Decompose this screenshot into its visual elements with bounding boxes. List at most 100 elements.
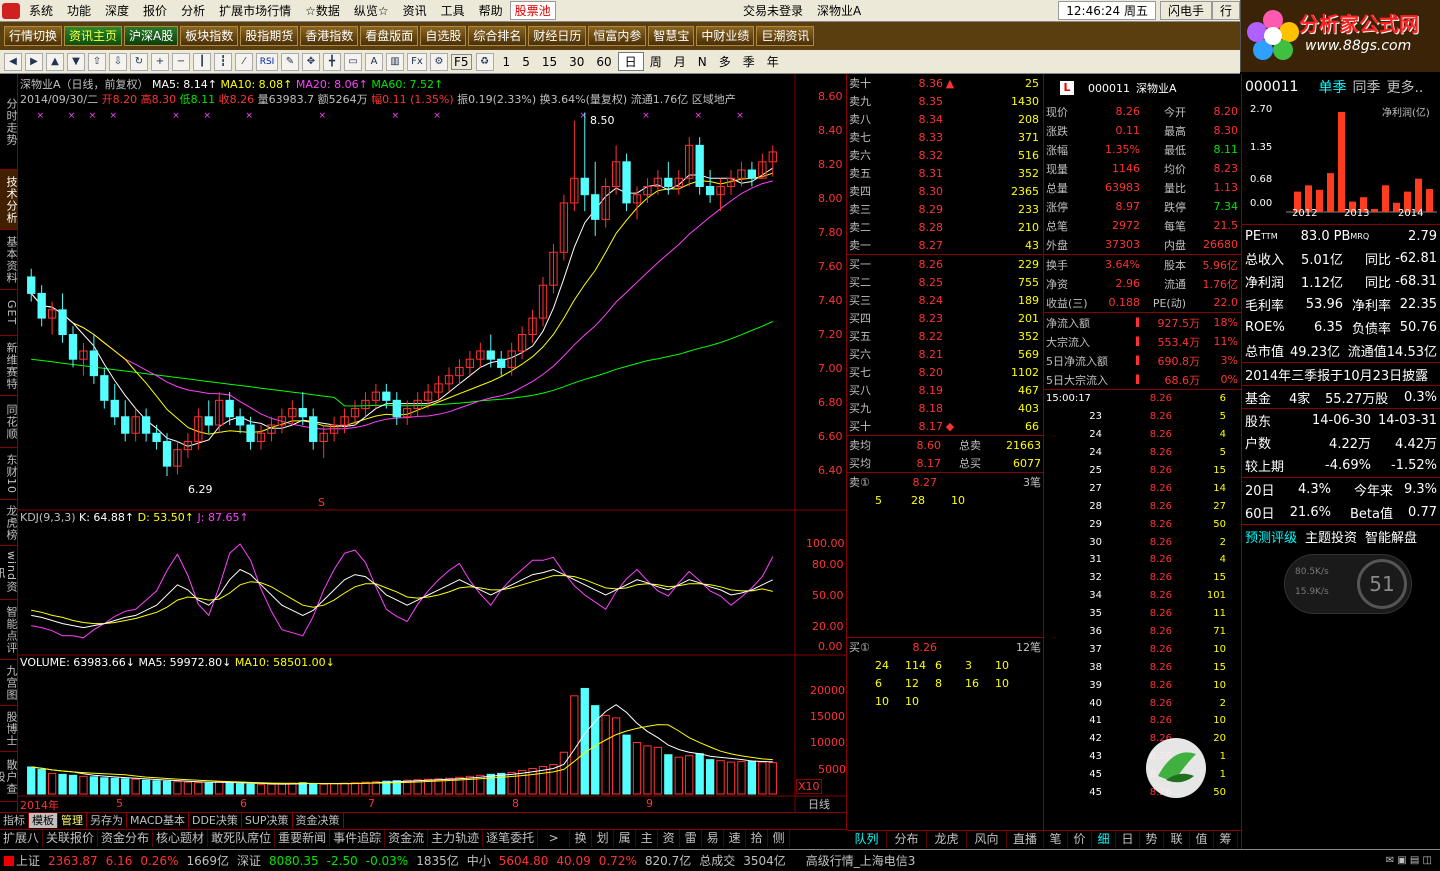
order-level[interactable]: 买五 8.22 352 <box>847 327 1043 345</box>
order-level[interactable]: 卖六 8.32 516 <box>847 146 1043 164</box>
nav-smart[interactable]: 智慧宝 <box>648 26 695 46</box>
order-level[interactable]: 卖七 8.33 371 <box>847 128 1043 146</box>
info-tab[interactable]: 换 <box>570 830 593 847</box>
nav-insider[interactable]: 恒富内参 <box>588 26 647 46</box>
order-level[interactable]: 卖三 8.29 233 <box>847 200 1043 218</box>
period-30min[interactable]: 30 <box>563 55 590 69</box>
recycle-icon[interactable]: ♻ <box>475 52 494 71</box>
info-tab[interactable]: 重要新闻 <box>275 830 331 847</box>
order-level[interactable]: 买六 8.21 569 <box>847 345 1043 363</box>
refresh-icon[interactable]: ↻ <box>130 52 148 71</box>
menu-tools[interactable]: 工具 <box>434 2 472 19</box>
order-level[interactable]: 买四 8.23 201 <box>847 309 1043 327</box>
fill-icon[interactable]: ▥ <box>386 52 404 71</box>
menu-quote[interactable]: 报价 <box>136 2 174 19</box>
tab-price[interactable]: 价 <box>1068 831 1092 848</box>
info-tab[interactable]: 速 <box>724 830 747 847</box>
link-smart-analysis[interactable]: 智能解盘 <box>1365 527 1417 546</box>
order-level[interactable]: 买十 8.17 ◆ 66 <box>847 417 1043 435</box>
period-15min[interactable]: 15 <box>536 55 563 69</box>
select-icon[interactable]: ▭ <box>344 52 362 71</box>
tab-ths[interactable]: 同花顺 <box>0 396 18 448</box>
period-5min[interactable]: 5 <box>516 55 536 69</box>
tab-wind[interactable]: wind资讯 <box>0 546 18 600</box>
status-icons[interactable]: ✉ ▣ ▤ ◫ <box>1386 855 1432 866</box>
tab-sup[interactable]: SUP决策 <box>242 813 293 828</box>
scroll-right-icon[interactable]: > <box>538 830 571 847</box>
nav-hk-index[interactable]: 香港指数 <box>300 26 359 46</box>
order-level[interactable]: 买一 8.26 229 <box>847 255 1043 273</box>
menu-system[interactable]: 系统 <box>22 2 60 19</box>
draw-icon[interactable]: ✎ <box>281 52 299 71</box>
tab-same-quarter[interactable]: 同季 <box>1352 77 1380 97</box>
info-tab[interactable]: 主 <box>636 830 659 847</box>
info-tab[interactable]: 核心题材 <box>153 830 209 847</box>
info-tab[interactable]: 扩展八 <box>0 830 44 847</box>
tab-day[interactable]: 日 <box>1116 831 1140 848</box>
data-feed[interactable]: 高级行情_上海电信3 <box>806 852 916 869</box>
period-day[interactable]: 日 <box>617 52 644 71</box>
info-tab[interactable]: 拾 <box>746 830 769 847</box>
menu-stock-pool[interactable]: 股票池 <box>509 1 556 20</box>
order-level[interactable]: 买二 8.25 755 <box>847 273 1043 291</box>
tab-value[interactable]: 值 <box>1190 831 1214 848</box>
tab-manage[interactable]: 管理 <box>58 813 87 828</box>
order-level[interactable]: 卖五 8.31 352 <box>847 164 1043 182</box>
menu-overview[interactable]: 纵览☆ <box>347 2 396 19</box>
order-level[interactable]: 卖九 8.35 1430 <box>847 92 1043 110</box>
info-tab[interactable]: 资 <box>658 830 681 847</box>
tab-dragon-tiger[interactable]: 龙虎榜 <box>0 500 18 546</box>
menu-ext-market[interactable]: 扩展市场行情 <box>212 2 298 19</box>
bar-icon[interactable]: ┇ <box>214 52 232 71</box>
tab-wind-direction[interactable]: 风向 <box>967 831 1007 848</box>
info-tab[interactable]: 资金分布 <box>98 830 154 847</box>
info-tab[interactable]: 易 <box>702 830 725 847</box>
tab-technical[interactable]: 技术分析 <box>0 170 18 230</box>
nav-sector-index[interactable]: 板块指数 <box>180 26 239 46</box>
up-icon[interactable]: ▲ <box>46 52 64 71</box>
tab-save-as[interactable]: 另存为 <box>87 813 127 828</box>
tab-fundamentals[interactable]: 基本资料 <box>0 230 18 290</box>
order-level[interactable]: 买九 8.18 403 <box>847 399 1043 417</box>
tab-smart-review[interactable]: 智能点评 <box>0 600 18 660</box>
zoom-out-icon[interactable]: − <box>172 52 190 71</box>
tab-distribution[interactable]: 分布 <box>887 831 927 848</box>
period-60min[interactable]: 60 <box>590 55 617 69</box>
info-tab[interactable]: 逐笔委托 <box>483 830 539 847</box>
nav-earnings[interactable]: 中财业绩 <box>696 26 755 46</box>
tab-xinwei[interactable]: 新维赛特 <box>0 336 18 396</box>
order-level[interactable]: 买三 8.24 189 <box>847 291 1043 309</box>
kline-chart-svg[interactable]: × × × × × × × × × × × × × × <box>18 74 846 812</box>
trade-login-status[interactable]: 交易未登录 <box>736 2 810 19</box>
info-tab[interactable]: 主力轨迹 <box>428 830 484 847</box>
period-settings-icon[interactable]: ⚙ <box>430 52 448 71</box>
tab-queue[interactable]: 队列 <box>847 831 887 848</box>
nav-sh-sz-a[interactable]: 沪深A股 <box>124 26 179 46</box>
tab-stock-doctor[interactable]: 股博士 <box>0 706 18 752</box>
order-level[interactable]: 卖四 8.30 2365 <box>847 182 1043 200</box>
period-week[interactable]: 周 <box>644 53 668 70</box>
period-n[interactable]: N <box>692 55 713 69</box>
tab-more[interactable]: 更多.. <box>1386 77 1423 97</box>
tab-detail[interactable]: 细 <box>1092 831 1116 848</box>
flash-trade-button[interactable]: 闪电手 <box>1159 1 1212 20</box>
tab-macd[interactable]: MACD基本 <box>127 813 189 828</box>
info-tab[interactable]: 事件追踪 <box>330 830 386 847</box>
menu-news[interactable]: 资讯 <box>396 2 434 19</box>
menu-analysis[interactable]: 分析 <box>174 2 212 19</box>
move-icon[interactable]: ✥ <box>302 52 320 71</box>
nav-calendar[interactable]: 财经日历 <box>528 26 587 46</box>
info-tab[interactable]: 划 <box>592 830 615 847</box>
text-icon[interactable]: A <box>365 52 383 71</box>
cross-icon[interactable]: ╋ <box>323 52 341 71</box>
tab-trend[interactable]: 势 <box>1140 831 1164 848</box>
tab-related[interactable]: 联 <box>1164 831 1190 848</box>
back-icon[interactable]: ◀ <box>4 52 22 71</box>
period-year[interactable]: 年 <box>761 53 785 70</box>
down-icon[interactable]: ▼ <box>67 52 85 71</box>
tab-template[interactable]: 模板 <box>29 813 58 828</box>
info-tab[interactable]: 雷 <box>680 830 703 847</box>
tab-get[interactable]: GET <box>0 290 18 336</box>
period-quarter[interactable]: 季 <box>737 53 761 70</box>
nav-cninfo[interactable]: 巨潮资讯 <box>756 26 815 46</box>
